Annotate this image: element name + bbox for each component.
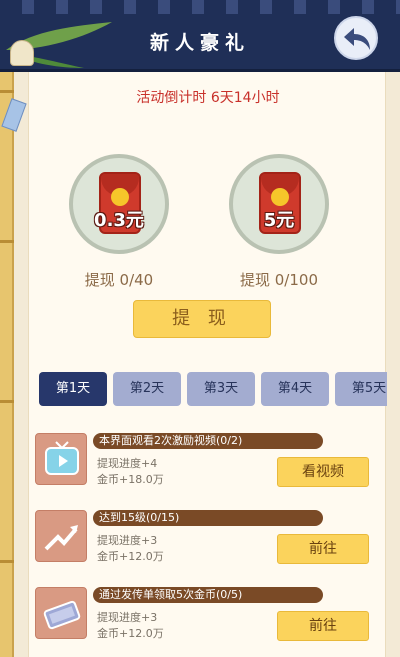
task-coins: 金币+12.0万 (97, 627, 164, 640)
header-pattern (0, 0, 400, 14)
reward-circle-2[interactable]: 5元 (229, 154, 329, 254)
trend-up-icon (35, 510, 87, 562)
tab-day-4[interactable]: 第4天 (261, 372, 329, 406)
reward-progress-2: 提现 0/100 (240, 271, 318, 289)
wind-chime-icon (10, 40, 34, 66)
task-row: 本界面观看2次激励视频(0/2) 提现进度+4 金币+18.0万 看视频 (35, 433, 381, 499)
tab-day-2[interactable]: 第2天 (113, 372, 181, 406)
task-title: 通过发传单领取5次金币(0/5) (93, 587, 323, 603)
withdraw-button[interactable]: 提 现 (133, 300, 271, 338)
reward-progress-1: 提现 0/40 (84, 271, 154, 289)
task-row: 达到15级(0/15) 提现进度+3 金币+12.0万 前往 (35, 510, 381, 576)
day-tabs: 第1天 第2天 第3天 第4天 第5天 (39, 372, 387, 406)
back-button[interactable] (334, 16, 378, 60)
task-progress: 提现进度+3 (97, 534, 158, 547)
reward-amount: 5元 (263, 210, 295, 231)
gift-panel: 活动倒计时 6天14小时 0.3元 提现 0/40 5元 提现 0/100 提 … (28, 72, 387, 657)
watch-video-button[interactable]: 看视频 (277, 457, 369, 487)
flyer-icon (35, 587, 87, 639)
tab-day-5[interactable]: 第5天 (335, 372, 387, 406)
go-button[interactable]: 前往 (277, 611, 369, 641)
tab-day-1[interactable]: 第1天 (39, 372, 107, 406)
task-coins: 金币+12.0万 (97, 550, 164, 563)
countdown-text: 活动倒计时 6天14小时 (136, 90, 280, 106)
reward-circle-1[interactable]: 0.3元 (69, 154, 169, 254)
task-coins: 金币+18.0万 (97, 473, 164, 486)
go-button[interactable]: 前往 (277, 534, 369, 564)
task-row: 通过发传单领取5次金币(0/5) 提现进度+3 金币+12.0万 前往 (35, 587, 381, 653)
tv-icon (35, 433, 87, 485)
reward-amount: 0.3元 (94, 210, 144, 231)
task-progress: 提现进度+3 (97, 611, 158, 624)
task-title: 本界面观看2次激励视频(0/2) (93, 433, 323, 449)
back-arrow-icon (344, 28, 370, 50)
task-title: 达到15级(0/15) (93, 510, 323, 526)
tab-day-3[interactable]: 第3天 (187, 372, 255, 406)
task-progress: 提现进度+4 (97, 457, 158, 470)
